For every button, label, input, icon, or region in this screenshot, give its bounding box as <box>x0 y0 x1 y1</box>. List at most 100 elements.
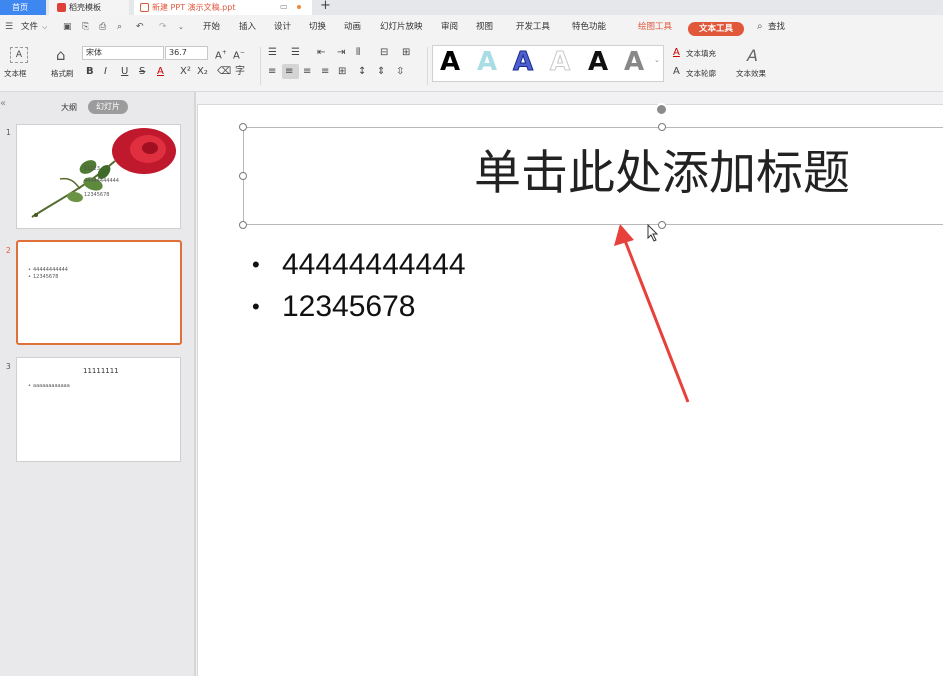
font-name-select[interactable]: 宋体 <box>82 46 164 60</box>
tab-outline[interactable]: 大纲 <box>61 102 77 113</box>
menu-developer[interactable]: 开发工具 <box>516 21 550 33</box>
bullet-dot: • <box>252 294 260 319</box>
monitor-icon[interactable]: ▭ <box>280 2 288 11</box>
menu-review[interactable]: 审阅 <box>441 21 458 33</box>
ppt-file-icon <box>140 3 149 12</box>
tab-slides[interactable]: 幻灯片 <box>88 100 128 114</box>
text-style-light-blue[interactable]: A <box>477 46 497 78</box>
bullet-text-2[interactable]: 12345678 <box>282 290 415 324</box>
text-outline-icon[interactable]: A <box>673 66 680 78</box>
undo-icon[interactable]: ↶ <box>136 22 144 33</box>
resize-handle[interactable] <box>239 221 247 229</box>
thumb-bullet: • <box>28 383 31 389</box>
menu-view[interactable]: 视图 <box>476 21 493 33</box>
chevron-down-icon[interactable]: ⌵ <box>42 22 47 33</box>
increase-indent-icon[interactable]: ⇥ <box>337 47 345 59</box>
resize-handle[interactable] <box>658 123 666 131</box>
numbered-list-icon[interactable]: ☰ <box>291 47 300 59</box>
menu-draw-tools[interactable]: 绘图工具 <box>638 21 672 33</box>
resize-handle[interactable] <box>239 172 247 180</box>
menu-design[interactable]: 设计 <box>274 21 291 33</box>
resize-handle[interactable] <box>239 123 247 131</box>
preview-icon[interactable]: ⌕ <box>117 22 122 33</box>
docer-icon <box>57 3 66 12</box>
menu-animation[interactable]: 动画 <box>344 21 361 33</box>
bullet-list-icon[interactable]: ☰ <box>268 47 277 59</box>
text-direction-icon[interactable]: ⊟ <box>380 47 388 59</box>
align-left-icon[interactable]: ≡ <box>268 66 276 78</box>
rotate-handle-icon[interactable] <box>655 103 668 116</box>
spacing-options-icon[interactable]: ⇳ <box>396 66 404 78</box>
customize-toolbar-icon[interactable]: ⌄ <box>178 22 184 33</box>
redo-icon[interactable]: ↷ <box>159 22 167 33</box>
align-text-icon[interactable]: ⊞ <box>402 47 410 59</box>
char-spacing-icon[interactable]: 字 <box>235 66 245 78</box>
slide-number: 3 <box>6 362 11 371</box>
text-effect-icon[interactable]: A <box>747 46 758 65</box>
export-icon[interactable]: ⎘ <box>82 22 89 33</box>
new-tab-plus-icon[interactable]: + <box>320 0 331 13</box>
thumb-text: 44444444444 <box>33 267 68 273</box>
slide-title-placeholder[interactable]: 单击此处添加标题 <box>474 146 850 202</box>
bullet-text-1[interactable]: 44444444444 <box>282 248 466 282</box>
format-painter-button[interactable]: 格式刷 <box>51 69 74 78</box>
thumb-text: 12345678 <box>33 274 59 280</box>
collapse-panel-icon[interactable]: « <box>0 98 6 109</box>
text-style-black-shadow[interactable]: A <box>588 46 608 78</box>
menu-special[interactable]: 特色功能 <box>572 21 606 33</box>
font-color-icon[interactable]: A <box>157 66 164 78</box>
slide-number: 1 <box>6 128 11 137</box>
save-icon[interactable]: ▣ <box>63 22 72 33</box>
underline-icon[interactable]: U <box>121 66 128 78</box>
font-grow-icon[interactable]: A+ <box>215 47 227 62</box>
menu-transition[interactable]: 切换 <box>309 21 326 33</box>
search-icon[interactable]: ⌕ <box>757 21 763 32</box>
decrease-indent-icon[interactable]: ⇤ <box>317 47 325 59</box>
align-center-icon[interactable]: ≡ <box>285 66 293 78</box>
menu-slideshow[interactable]: 幻灯片放映 <box>380 21 423 33</box>
format-painter-icon[interactable]: ⌂ <box>56 46 66 64</box>
hamburger-icon[interactable]: ☰ <box>5 22 13 33</box>
subscript-icon[interactable]: X₂ <box>197 66 208 78</box>
line-spacing-icon[interactable]: ↕ <box>358 66 366 78</box>
slide-number: 2 <box>6 246 11 255</box>
red-arrow-annotation <box>614 224 690 403</box>
gallery-scroll-icon[interactable]: ⌄ <box>654 54 660 66</box>
slide-thumbnail-2-selected[interactable] <box>16 240 182 345</box>
menu-search[interactable]: 查找 <box>768 21 785 33</box>
textbox-icon[interactable]: A <box>10 47 28 63</box>
menu-text-tools[interactable]: 文本工具 <box>688 22 744 36</box>
columns-icon[interactable]: ⫴ <box>356 47 360 59</box>
strikethrough-icon[interactable]: S <box>139 66 145 78</box>
menu-file[interactable]: 文件 <box>21 21 38 33</box>
menu-insert[interactable]: 插入 <box>239 21 256 33</box>
thumb-bullet: • <box>28 267 31 273</box>
clear-format-icon[interactable]: ⌫ <box>217 66 231 78</box>
superscript-icon[interactable]: X² <box>180 66 191 78</box>
italic-icon[interactable]: I <box>104 66 107 78</box>
text-fill-button[interactable]: 文本填充 <box>686 49 716 58</box>
bold-icon[interactable]: B <box>86 66 94 78</box>
text-effect-button[interactable]: 文本效果 <box>736 69 766 78</box>
paragraph-spacing-icon[interactable]: ⇕ <box>377 66 385 78</box>
print-icon[interactable]: ⎙ <box>99 22 106 33</box>
menu-start[interactable]: 开始 <box>203 21 220 33</box>
distribute-icon[interactable]: ⊞ <box>338 66 346 78</box>
thumb-title: 11111111 <box>83 367 119 375</box>
text-fill-icon[interactable]: A <box>673 47 680 59</box>
text-outline-button[interactable]: 文本轮廓 <box>686 69 716 78</box>
thumb-bullet: • <box>28 274 31 280</box>
font-size-select[interactable]: 36.7 <box>165 46 208 60</box>
align-right-icon[interactable]: ≡ <box>303 66 311 78</box>
font-shrink-icon[interactable]: A− <box>233 47 245 62</box>
justify-icon[interactable]: ≡ <box>321 66 329 78</box>
text-style-blue-outline[interactable]: A <box>512 46 533 78</box>
text-style-black[interactable]: A <box>440 46 460 78</box>
tab-home[interactable]: 首页 <box>0 0 46 15</box>
text-style-white[interactable]: A <box>549 46 570 78</box>
text-style-gray[interactable]: A <box>624 46 644 78</box>
textbox-button[interactable]: 文本框 <box>4 69 27 78</box>
thumb-text: aaaaaaaaaaaa <box>33 383 70 389</box>
thumb-text: 12345678 <box>84 192 110 198</box>
group-separator <box>427 47 428 85</box>
